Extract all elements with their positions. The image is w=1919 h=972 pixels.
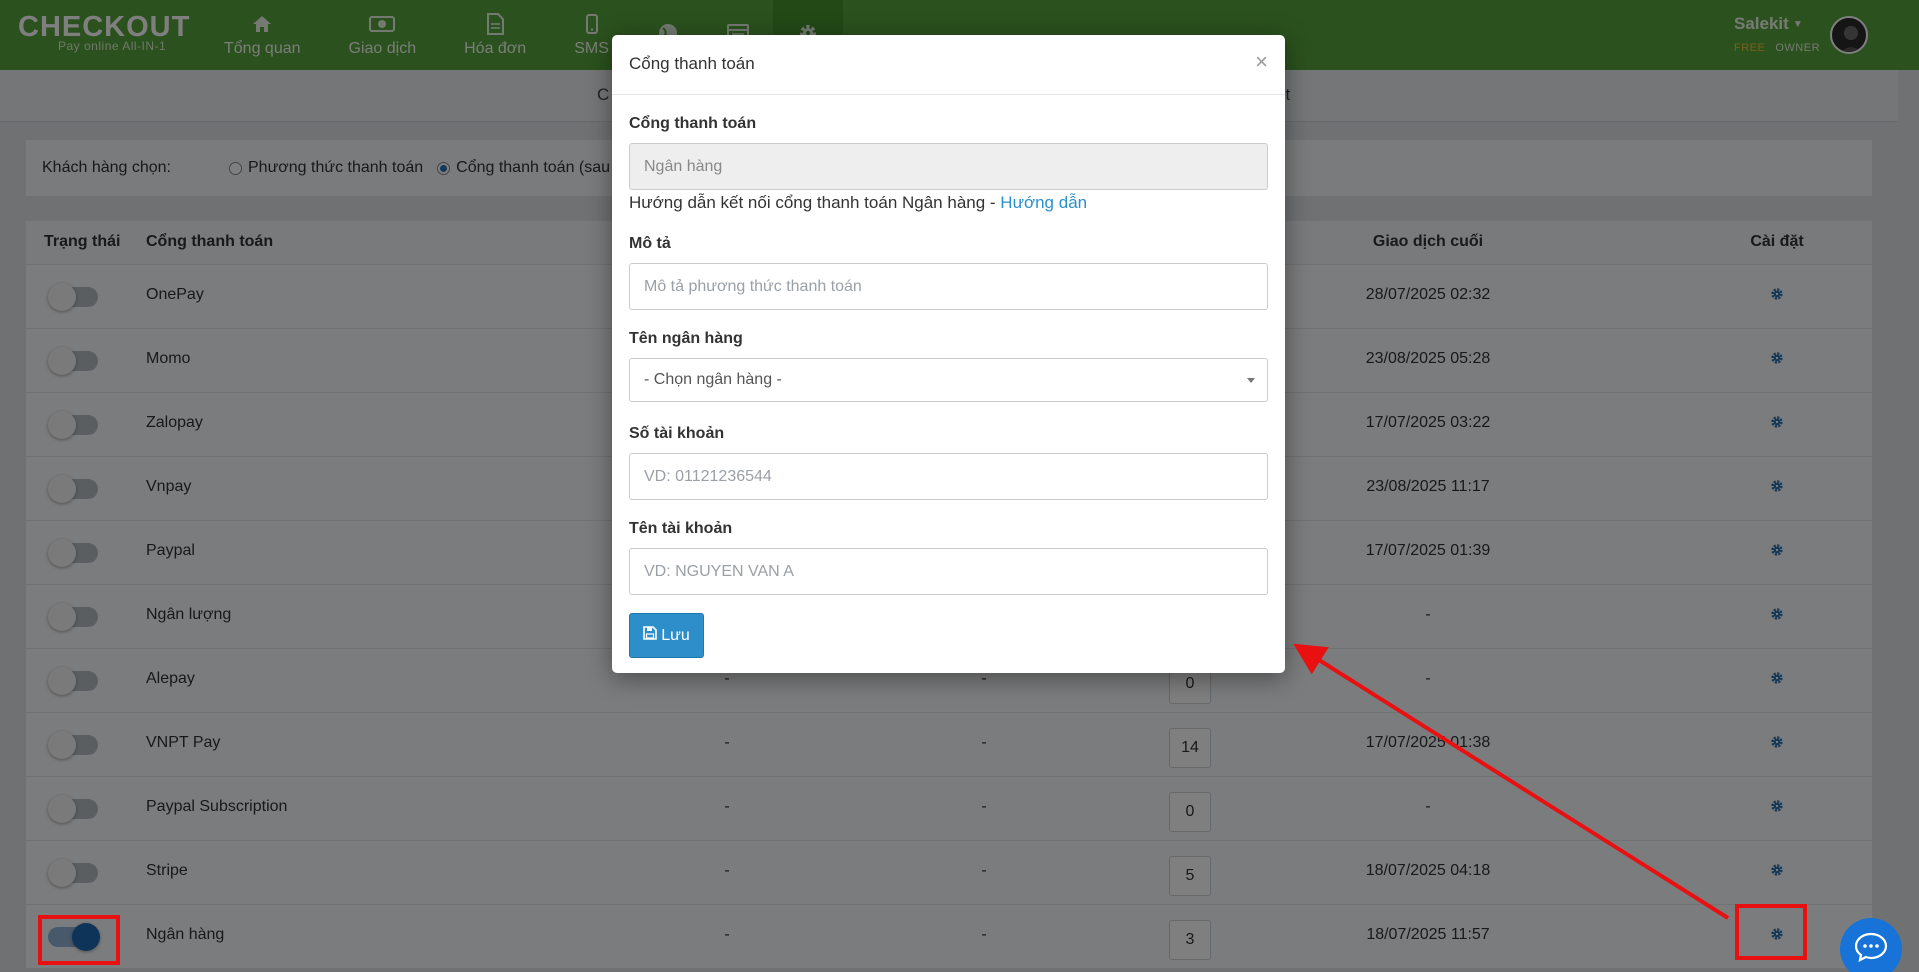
modal-title: Cổng thanh toán (629, 54, 755, 73)
gateway-label: Cổng thanh toán (629, 115, 757, 132)
chat-icon (1854, 932, 1888, 967)
account-number-label: Số tài khoản (629, 425, 725, 442)
help-text: Hướng dẫn kết nối cổng thanh toán Ngân h… (629, 193, 1088, 212)
gateway-modal: Cổng thanh toán × Cổng thanh toán Hướng … (612, 35, 1285, 673)
account-name-label: Tên tài khoản (629, 520, 733, 537)
description-input[interactable] (629, 263, 1268, 310)
bank-name-label: Tên ngân hàng (629, 330, 743, 347)
save-label: Lưu (661, 626, 690, 644)
chevron-down-icon (1247, 378, 1255, 383)
save-button[interactable]: Lưu (629, 613, 704, 658)
bank-select-value: - Chọn ngân hàng - (644, 371, 782, 388)
description-label: Mô tả (629, 235, 671, 252)
account-name-input[interactable] (629, 548, 1268, 595)
chat-button[interactable] (1840, 918, 1902, 972)
help-link[interactable]: Hướng dẫn (1000, 193, 1087, 212)
gateway-field (629, 143, 1268, 190)
highlight-box-settings (1735, 904, 1807, 960)
highlight-box-toggle (38, 915, 120, 965)
save-icon (643, 626, 658, 645)
account-number-input[interactable] (629, 453, 1268, 500)
modal-header: Cổng thanh toán × (612, 35, 1285, 95)
bank-select[interactable]: - Chọn ngân hàng - (629, 358, 1268, 402)
close-icon[interactable]: × (1255, 49, 1268, 75)
